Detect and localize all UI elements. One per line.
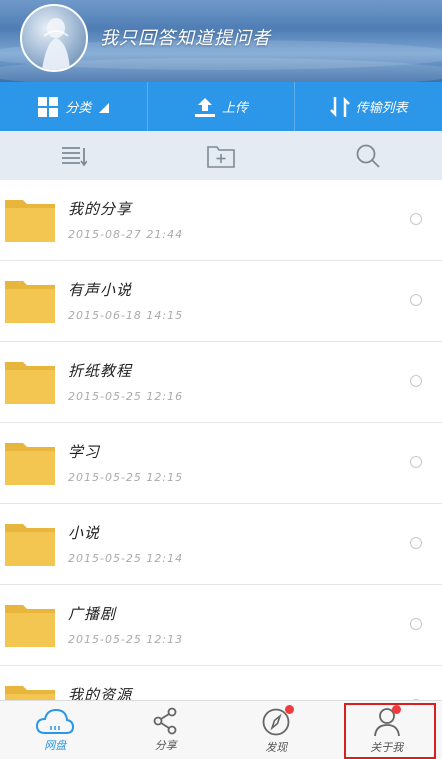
select-radio[interactable] (410, 375, 422, 387)
file-date: 2015-05-25 12:15 (68, 471, 184, 484)
file-row[interactable]: 我的分享 2015-08-27 21:44 (0, 180, 442, 261)
file-row[interactable]: 我的资源 (0, 666, 442, 700)
triangle-down-icon (99, 102, 110, 113)
nav-share[interactable]: 分享 (111, 701, 222, 759)
file-toolbar (0, 131, 442, 180)
file-name: 有声小说 (68, 281, 133, 299)
folder-icon (5, 281, 55, 323)
file-list: 我的分享 2015-08-27 21:44 有声小说 2015-06-18 14… (0, 180, 442, 700)
file-date: 2015-05-25 12:13 (68, 633, 184, 646)
file-name: 广播剧 (68, 605, 117, 623)
username: 我只回答知道提问者 (100, 28, 271, 49)
file-name: 小说 (68, 524, 101, 542)
category-label: 分类 (65, 101, 92, 116)
file-row[interactable]: 折纸教程 2015-05-25 12:16 (0, 342, 442, 423)
select-radio[interactable] (410, 618, 422, 630)
sort-icon (61, 146, 87, 166)
folder-icon (5, 443, 55, 485)
select-radio[interactable] (410, 456, 422, 468)
profile-header: 我只回答知道提问者 (0, 0, 442, 82)
file-date: 2015-06-18 14:15 (68, 309, 184, 322)
search-button[interactable] (295, 131, 442, 180)
folder-icon (5, 686, 55, 700)
select-radio[interactable] (410, 537, 422, 549)
folder-icon (5, 524, 55, 566)
nav-label: 发现 (265, 741, 288, 754)
transfer-list-button[interactable]: 传输列表 (295, 82, 442, 131)
avatar[interactable] (20, 4, 88, 72)
nav-label: 网盘 (44, 739, 67, 752)
transfer-list-label: 传输列表 (355, 101, 408, 116)
sort-button[interactable] (0, 131, 147, 180)
cloud-icon (36, 708, 75, 734)
nav-discover[interactable]: 发现 (221, 701, 332, 759)
notification-badge (285, 705, 294, 714)
folder-icon (5, 605, 55, 647)
upload-icon (195, 97, 215, 117)
select-radio[interactable] (410, 213, 422, 225)
selection-highlight (344, 703, 436, 759)
grid-icon (38, 96, 59, 117)
new-folder-icon (207, 145, 235, 168)
select-radio[interactable] (410, 294, 422, 306)
file-row[interactable]: 有声小说 2015-06-18 14:15 (0, 261, 442, 342)
file-name: 折纸教程 (68, 362, 133, 380)
upload-button[interactable]: 上传 (148, 82, 296, 131)
upload-label: 上传 (222, 101, 249, 116)
category-button[interactable]: 分类 (0, 82, 148, 131)
avatar-image (42, 18, 70, 70)
nav-cloud-drive[interactable]: 网盘 (0, 701, 111, 759)
file-name: 学习 (68, 443, 101, 461)
folder-icon (5, 362, 55, 404)
nav-label: 分享 (154, 739, 177, 752)
file-date: 2015-05-25 12:16 (68, 390, 184, 403)
folder-icon (5, 200, 55, 242)
transfer-icon (329, 96, 350, 117)
file-date: 2015-08-27 21:44 (68, 228, 184, 241)
file-row[interactable]: 小说 2015-05-25 12:14 (0, 504, 442, 585)
search-icon (356, 144, 380, 168)
new-folder-button[interactable] (147, 131, 294, 180)
file-date: 2015-05-25 12:14 (68, 552, 184, 565)
file-name: 我的分享 (68, 200, 133, 218)
share-icon (153, 707, 177, 735)
file-row[interactable]: 学习 2015-05-25 12:15 (0, 423, 442, 504)
file-row[interactable]: 广播剧 2015-05-25 12:13 (0, 585, 442, 666)
action-bar: 分类 上传 传输列表 (0, 82, 442, 131)
file-name: 我的资源 (68, 686, 133, 700)
